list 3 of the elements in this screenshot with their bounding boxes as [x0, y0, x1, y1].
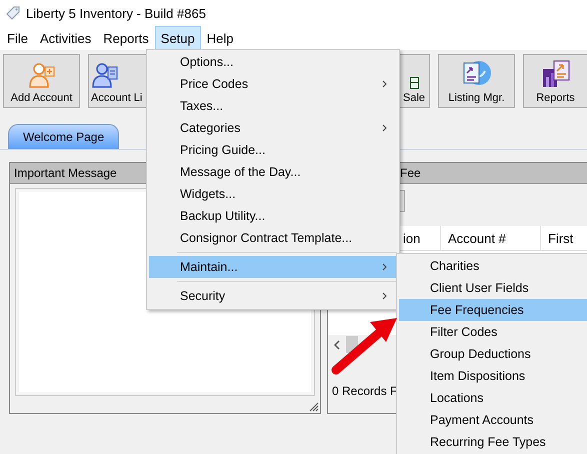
panel-title: Important Message: [14, 166, 117, 180]
window-title: Liberty 5 Inventory - Build #865: [26, 6, 206, 20]
panel-title: Fee: [400, 166, 421, 180]
